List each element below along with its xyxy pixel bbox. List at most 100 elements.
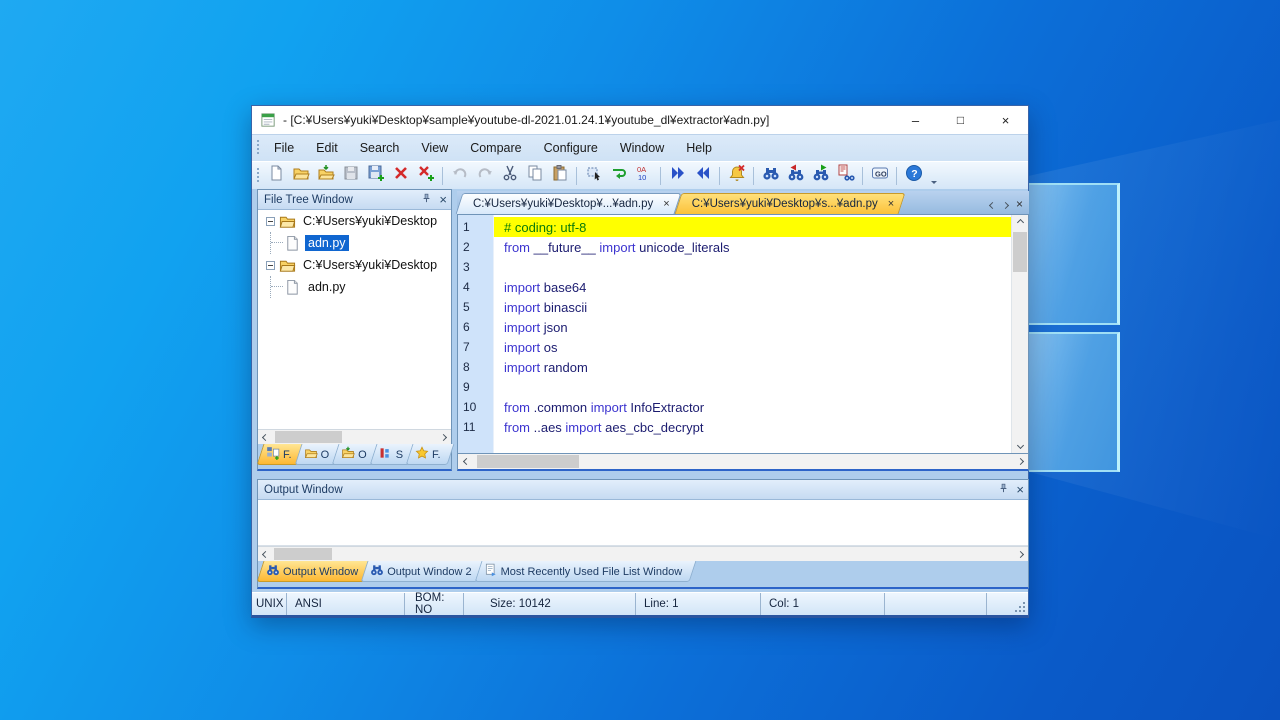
maximize-button[interactable]: □ bbox=[938, 106, 983, 134]
menu-compare[interactable]: Compare bbox=[459, 135, 532, 161]
menu-configure[interactable]: Configure bbox=[533, 135, 609, 161]
editor-hscrollbar[interactable] bbox=[457, 454, 1029, 471]
bell-disable-button[interactable] bbox=[725, 164, 748, 187]
help-button[interactable]: ? bbox=[902, 164, 925, 187]
close-button[interactable]: × bbox=[983, 106, 1028, 134]
scroll-thumb[interactable] bbox=[477, 455, 579, 468]
scroll-left-icon[interactable] bbox=[458, 459, 474, 464]
close-red-button[interactable] bbox=[389, 164, 412, 187]
editor-tab-1[interactable]: C:¥Users¥yuki¥Desktop¥...¥adn.py × bbox=[459, 193, 678, 214]
tree-folder-row[interactable]: C:¥Users¥yuki¥Desktop bbox=[258, 254, 451, 276]
line-wrap-button[interactable] bbox=[607, 164, 630, 187]
open-folder-button[interactable] bbox=[289, 164, 312, 187]
menu-file[interactable]: File bbox=[263, 135, 305, 161]
menu-view[interactable]: View bbox=[410, 135, 459, 161]
code-line[interactable]: 10from .common import InfoExtractor bbox=[458, 397, 1011, 417]
tree-file-label-selected[interactable]: adn.py bbox=[305, 235, 349, 251]
char-code-button[interactable]: 0A10 bbox=[632, 164, 655, 187]
toolbar-separator bbox=[753, 167, 754, 185]
output-content[interactable] bbox=[258, 500, 1028, 546]
tab-label: C:¥Users¥yuki¥Desktop¥...¥adn.py bbox=[473, 198, 653, 210]
find-prev-button[interactable] bbox=[784, 164, 807, 187]
copy-button[interactable] bbox=[523, 164, 546, 187]
next-diff-button[interactable] bbox=[666, 164, 689, 187]
code-line[interactable]: 2from __future__ import unicode_literals bbox=[458, 237, 1011, 257]
code-area[interactable]: 1# coding: utf-82from __future__ import … bbox=[458, 217, 1011, 437]
editor-vscrollbar[interactable] bbox=[1011, 215, 1028, 453]
panel-close-icon[interactable]: × bbox=[439, 193, 447, 206]
scroll-left-icon[interactable] bbox=[258, 430, 273, 445]
panel-close-icon[interactable]: × bbox=[1016, 483, 1024, 496]
tree-file-row[interactable]: adn.py bbox=[258, 232, 451, 254]
output-tab-2[interactable]: Output Window 2 bbox=[364, 561, 481, 582]
find-button[interactable] bbox=[759, 164, 782, 187]
code-line[interactable]: 5import binascii bbox=[458, 297, 1011, 317]
tab-scroll-left-icon[interactable] bbox=[990, 195, 995, 213]
output-header: Output Window × bbox=[258, 480, 1028, 500]
scroll-thumb[interactable] bbox=[275, 431, 342, 443]
code-line[interactable]: 3 bbox=[458, 257, 1011, 277]
scroll-thumb[interactable] bbox=[274, 548, 332, 560]
scroll-right-icon[interactable] bbox=[436, 430, 451, 445]
resize-grip[interactable] bbox=[1014, 593, 1028, 615]
output-title: Output Window bbox=[264, 484, 343, 496]
tab-close-icon[interactable]: × bbox=[1016, 198, 1023, 210]
file-tree-tab-5[interactable]: F. bbox=[409, 444, 451, 465]
menu-window[interactable]: Window bbox=[609, 135, 675, 161]
prev-diff-button[interactable] bbox=[691, 164, 714, 187]
minimize-button[interactable]: – bbox=[893, 106, 938, 134]
tab-close-icon[interactable]: × bbox=[888, 198, 894, 210]
menu-search[interactable]: Search bbox=[349, 135, 411, 161]
close-red-add-icon bbox=[417, 164, 435, 187]
pin-icon[interactable] bbox=[420, 192, 433, 208]
editor-pane[interactable]: 1# coding: utf-82from __future__ import … bbox=[457, 214, 1029, 454]
code-line[interactable]: 6import json bbox=[458, 317, 1011, 337]
paste-button[interactable] bbox=[548, 164, 571, 187]
tree-file-label[interactable]: adn.py bbox=[305, 279, 349, 295]
scroll-up-icon[interactable] bbox=[1012, 215, 1029, 230]
tab-label: Output Window 2 bbox=[387, 566, 471, 578]
menu-grip bbox=[257, 140, 259, 156]
output-tab-1[interactable]: Output Window bbox=[260, 561, 368, 582]
line-number: 4 bbox=[458, 280, 494, 294]
tab-close-icon[interactable]: × bbox=[663, 198, 669, 210]
close-red-add-button[interactable] bbox=[414, 164, 437, 187]
code-line[interactable]: 9 bbox=[458, 377, 1011, 397]
code-line[interactable]: 8import random bbox=[458, 357, 1011, 377]
tab-scroll-right-icon[interactable] bbox=[1003, 195, 1008, 213]
output-tab-3[interactable]: Most Recently Used File List Window bbox=[478, 561, 693, 582]
toolbar-separator bbox=[660, 167, 661, 185]
tree-collapse-icon[interactable] bbox=[266, 217, 275, 226]
scroll-left-icon[interactable] bbox=[258, 547, 273, 562]
output-hscrollbar[interactable] bbox=[258, 546, 1028, 561]
scroll-right-icon[interactable] bbox=[1012, 459, 1028, 464]
code-line[interactable]: 11from ..aes import aes_cbc_decrypt bbox=[458, 417, 1011, 437]
code-line[interactable]: 7import os bbox=[458, 337, 1011, 357]
find-in-files-button[interactable] bbox=[834, 164, 857, 187]
tree-folder-label[interactable]: C:¥Users¥yuki¥Desktop bbox=[300, 213, 440, 229]
find-next-button[interactable] bbox=[809, 164, 832, 187]
code-line[interactable]: 1# coding: utf-8 bbox=[458, 217, 1011, 237]
toolbar-overflow-button[interactable] bbox=[928, 176, 939, 187]
token-kw: import bbox=[504, 280, 540, 295]
file-tree-hscrollbar[interactable] bbox=[258, 429, 451, 444]
cut-button[interactable] bbox=[498, 164, 521, 187]
scroll-thumb[interactable] bbox=[1013, 232, 1027, 272]
save-add-button[interactable] bbox=[364, 164, 387, 187]
tree-folder-label[interactable]: C:¥Users¥yuki¥Desktop bbox=[300, 257, 440, 273]
code-line[interactable]: 4import base64 bbox=[458, 277, 1011, 297]
tree-collapse-icon[interactable] bbox=[266, 261, 275, 270]
editor-tab-2[interactable]: C:¥Users¥yuki¥Desktop¥s...¥adn.py× bbox=[678, 193, 902, 214]
open-folder-add-button[interactable] bbox=[314, 164, 337, 187]
select-rect-button[interactable] bbox=[582, 164, 605, 187]
tree-file-row[interactable]: adn.py bbox=[258, 276, 451, 298]
go-button[interactable]: GO bbox=[868, 164, 891, 187]
scroll-right-icon[interactable] bbox=[1013, 547, 1028, 562]
tree-folder-row[interactable]: C:¥Users¥yuki¥Desktop bbox=[258, 210, 451, 232]
menu-help[interactable]: Help bbox=[675, 135, 723, 161]
menu-edit[interactable]: Edit bbox=[305, 135, 349, 161]
pin-icon[interactable] bbox=[997, 482, 1010, 498]
token-kw: from bbox=[504, 400, 530, 415]
scroll-down-icon[interactable] bbox=[1012, 438, 1029, 453]
new-file-button[interactable] bbox=[264, 164, 287, 187]
